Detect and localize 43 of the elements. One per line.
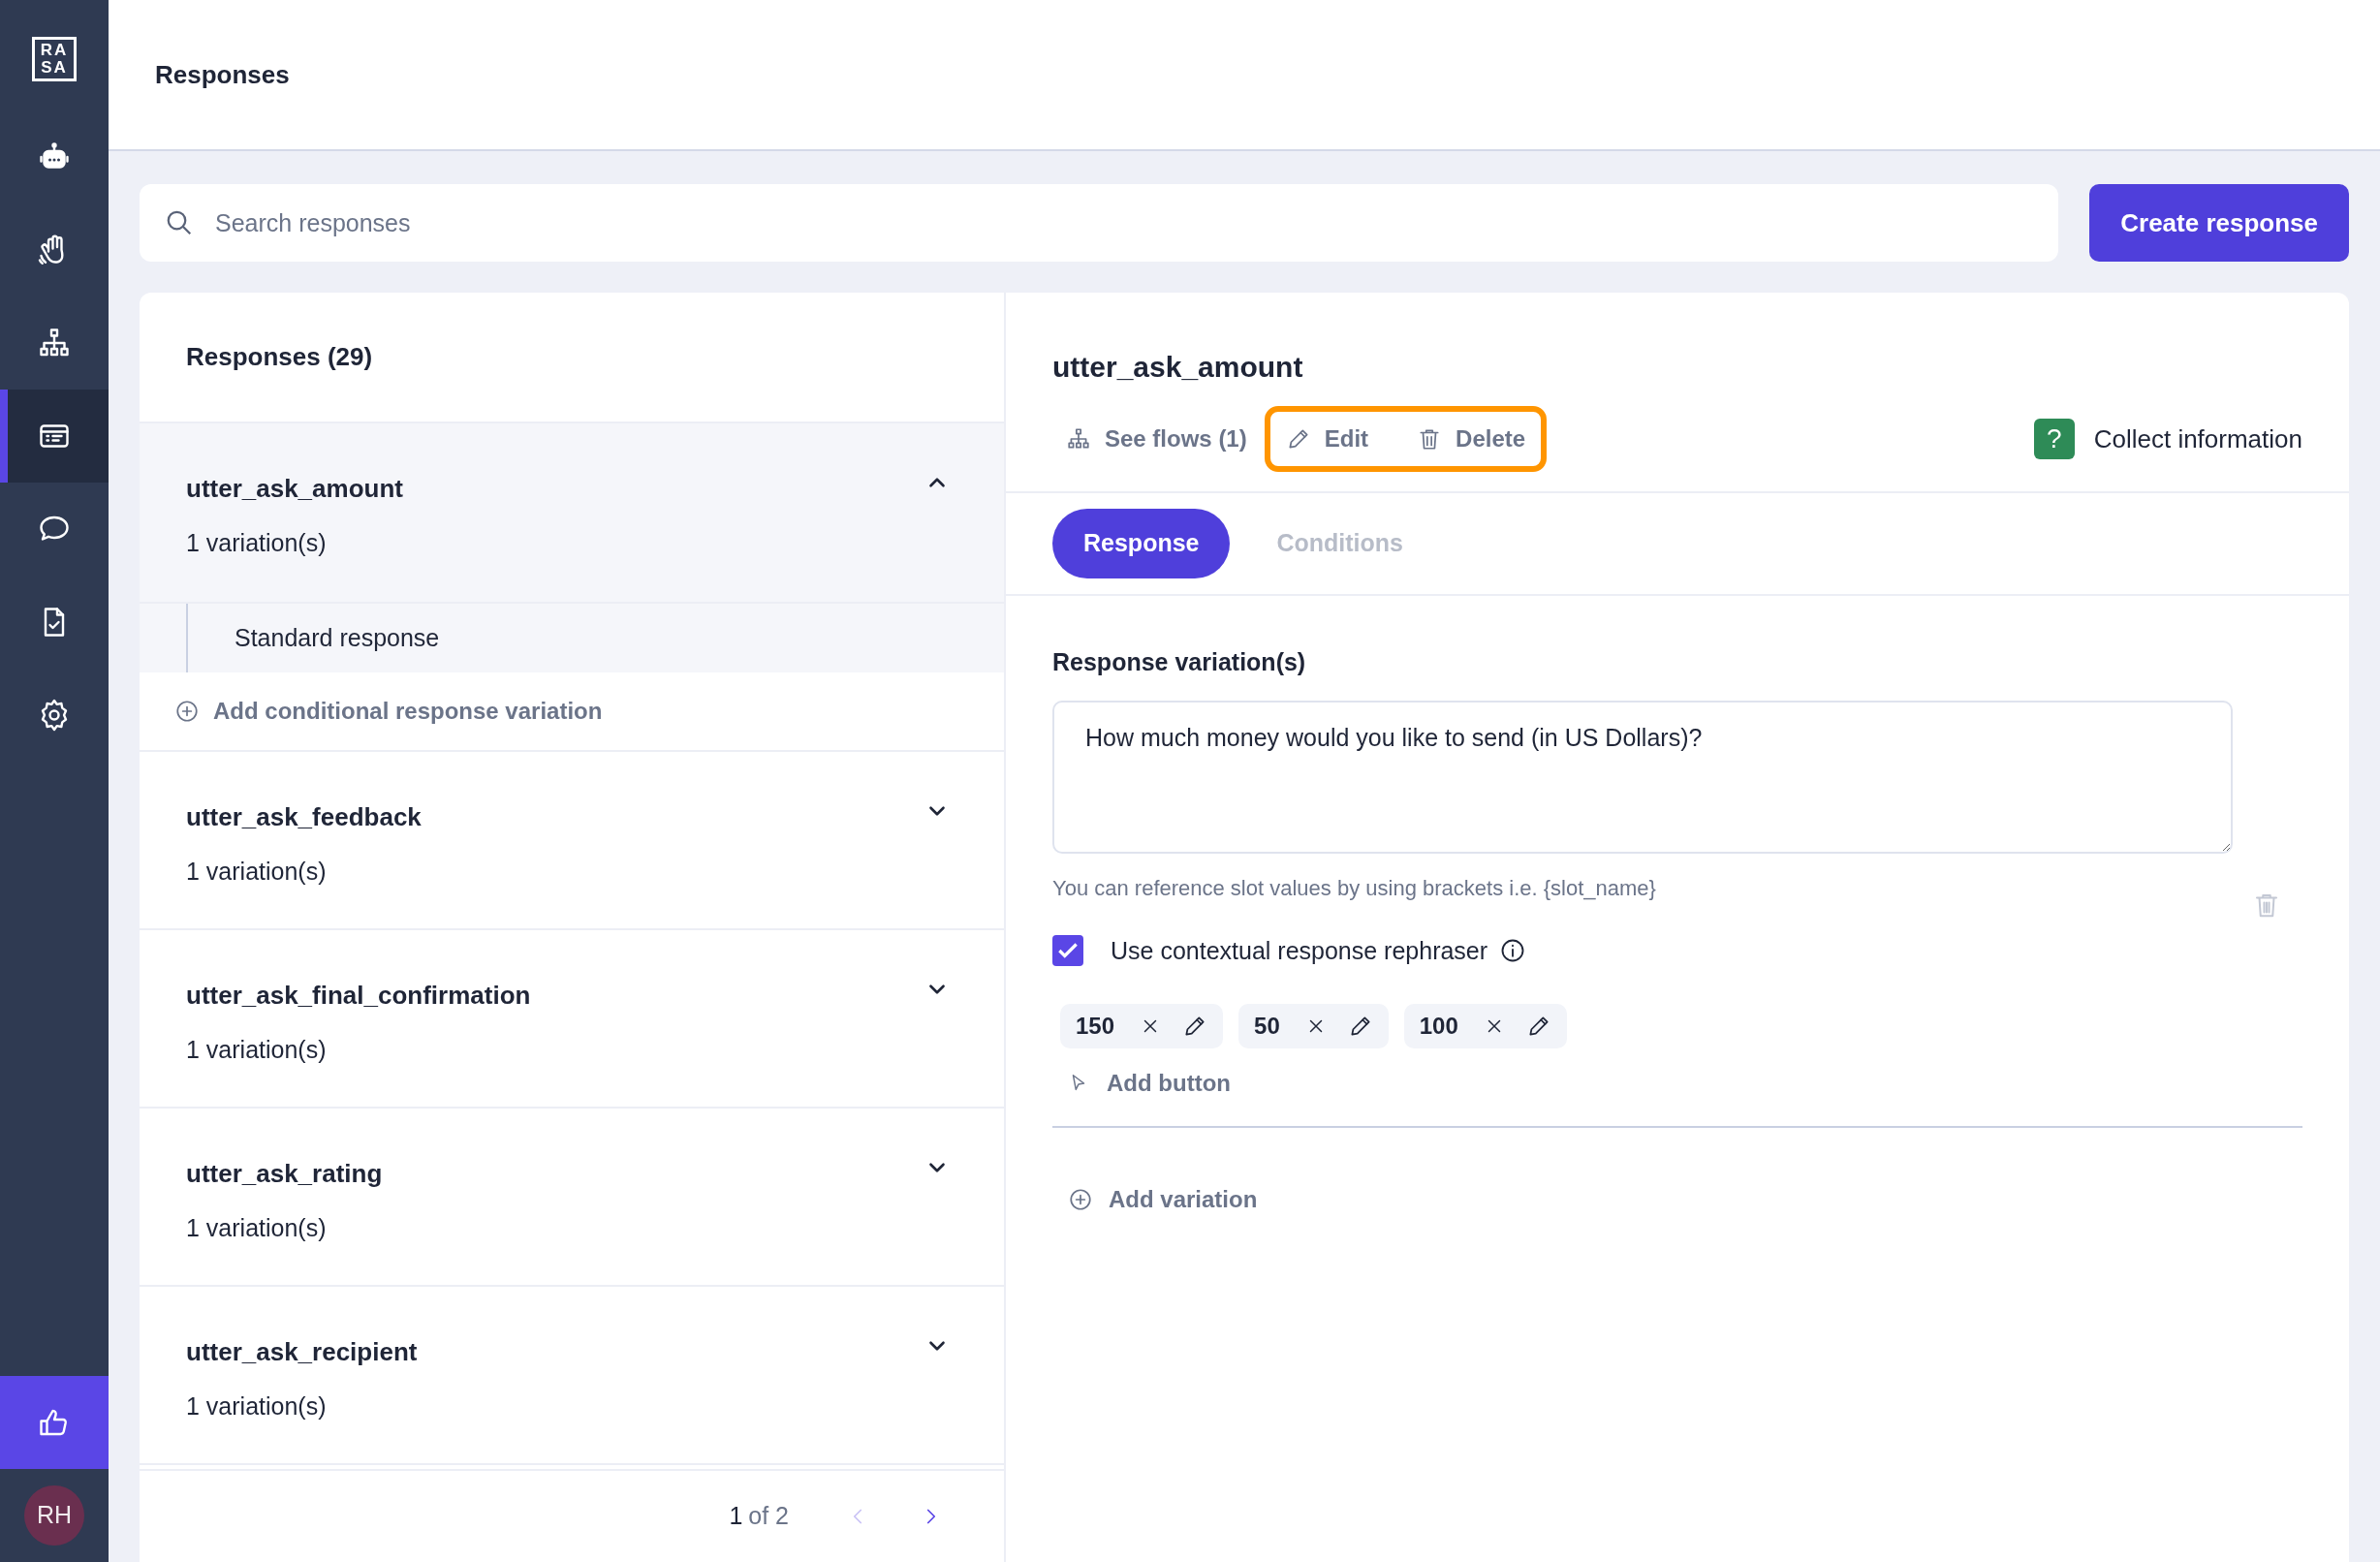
response-item[interactable]: utter_ask_amount 1 variation(s) bbox=[140, 423, 1004, 604]
create-response-button[interactable]: Create response bbox=[2089, 184, 2349, 262]
action-button[interactable]: See flows (1) bbox=[1052, 414, 1261, 464]
variation-count: 1 variation(s) bbox=[186, 1391, 328, 1421]
tab[interactable]: Response bbox=[1052, 509, 1231, 578]
plus-circle-icon bbox=[1068, 1187, 1093, 1212]
user-avatar[interactable]: RH bbox=[24, 1485, 84, 1546]
response-text-field[interactable]: How much money would you like to send (in US Dollars)? bbox=[1052, 700, 2233, 854]
page-current: 1 bbox=[729, 1501, 743, 1532]
search-field[interactable]: Search responses bbox=[140, 184, 2059, 262]
action-button[interactable]: Delete bbox=[1403, 414, 1540, 464]
response-name: utter_ask_feedback bbox=[186, 801, 422, 833]
response-name: utter_ask_amount bbox=[186, 473, 403, 505]
add-conditional-link[interactable]: Add conditional response variation bbox=[213, 694, 603, 729]
page-title: Responses bbox=[155, 58, 290, 91]
status-badge: ? bbox=[2033, 419, 2075, 459]
add-button-link[interactable]: Add button bbox=[1068, 1066, 1231, 1101]
hint-text: You can reference slot values by using brackets i.e. {slot_name} bbox=[1052, 874, 1657, 902]
response-name: utter_ask_final_confirmation bbox=[186, 980, 531, 1012]
nav-item[interactable] bbox=[0, 390, 109, 483]
logo: RA SA bbox=[32, 37, 77, 81]
feedback-button[interactable] bbox=[0, 1376, 109, 1469]
button-label: 50 bbox=[1254, 1012, 1280, 1041]
variation-count: 1 variation(s) bbox=[186, 1035, 328, 1065]
badge-label: Collect information bbox=[2093, 422, 2302, 455]
action-button[interactable]: Edit bbox=[1271, 414, 1383, 464]
response-title: utter_ask_amount bbox=[1052, 350, 1304, 385]
list-title: Responses (29) bbox=[186, 341, 373, 373]
response-name: utter_ask_rating bbox=[186, 1158, 383, 1190]
checkbox-label: Use contextual response rephraser bbox=[1111, 935, 1488, 966]
hierarchy-icon bbox=[1066, 426, 1091, 452]
search-icon bbox=[165, 208, 194, 237]
section-label: Response variation(s) bbox=[1052, 647, 1307, 677]
rephraser-checkbox[interactable] bbox=[1052, 935, 1083, 967]
page-total: of 2 bbox=[748, 1501, 789, 1532]
add-variation-link[interactable]: Add variation bbox=[1068, 1182, 1258, 1217]
response-name: utter_ask_recipient bbox=[186, 1336, 418, 1368]
variation-count: 1 variation(s) bbox=[186, 1213, 328, 1243]
variation-count: 1 variation(s) bbox=[186, 857, 328, 887]
variation-count: 1 variation(s) bbox=[186, 528, 328, 558]
plus-circle-icon bbox=[174, 699, 200, 724]
button-label: 100 bbox=[1419, 1012, 1458, 1041]
button-label: 150 bbox=[1076, 1012, 1115, 1041]
